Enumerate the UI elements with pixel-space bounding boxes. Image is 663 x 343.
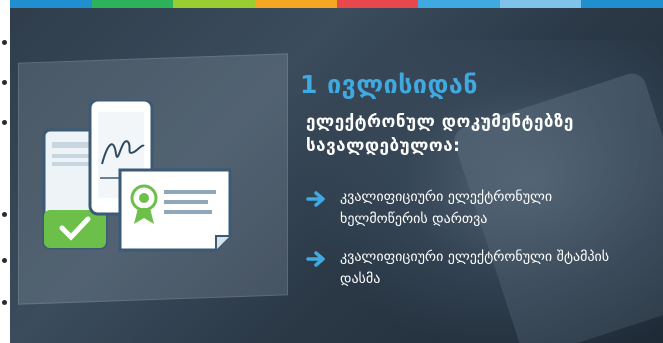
- margin-dot: [2, 80, 7, 85]
- margin-dot: [2, 40, 7, 45]
- documents-illustration: [42, 100, 232, 252]
- arrow-right-icon: [306, 191, 325, 207]
- list-item: კვალიფიციური ელექტრონული ხელმოწერის დართ…: [306, 186, 620, 230]
- list-item-label: კვალიფიციური ელექტრონული შტამპის დასმა: [340, 249, 610, 287]
- left-margin: [0, 0, 10, 343]
- arrow-right-icon: [306, 251, 325, 267]
- certificate-icon: [118, 168, 232, 252]
- margin-dot: [2, 212, 7, 217]
- slide-title: 1 ივლისიდან: [300, 70, 478, 99]
- margin-dot: [2, 300, 7, 305]
- color-stripe: [10, 0, 663, 8]
- slide-subtitle: ელექტრონულ დოკუმენტებზე სავალდებულოა:: [306, 112, 574, 156]
- list-item: კვალიფიციური ელექტრონული შტამპის დასმა: [306, 246, 620, 290]
- announcement-slide: 1 ივლისიდან ელექტრონულ დოკუმენტებზე სავა…: [10, 0, 663, 343]
- margin-dot: [2, 258, 7, 263]
- list-item-label: კვალიფიციური ელექტრონული ხელმოწერის დართ…: [340, 189, 553, 227]
- margin-dot: [2, 120, 7, 125]
